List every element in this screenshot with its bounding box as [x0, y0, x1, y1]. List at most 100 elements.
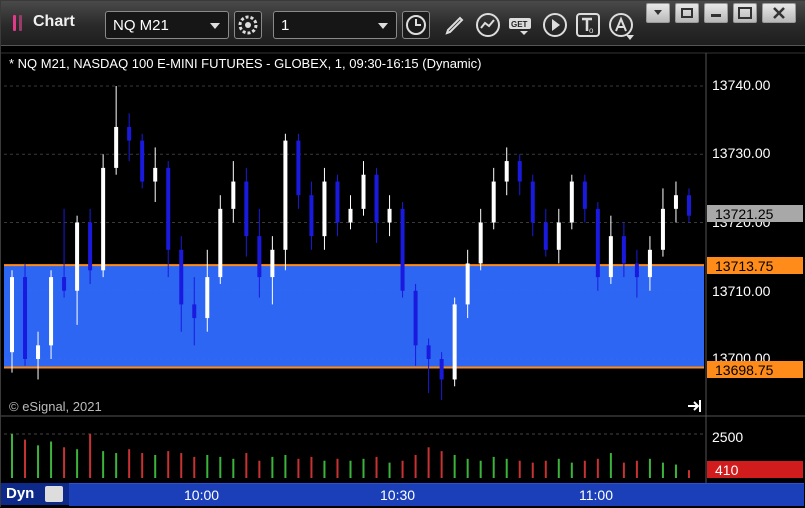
chevron-down-icon: [378, 23, 388, 29]
interval-value: 1: [281, 17, 290, 34]
time-axis-label: 11:00: [579, 487, 613, 503]
candle-body: [608, 236, 613, 278]
scroll-to-end-icon[interactable]: [687, 398, 703, 419]
symbol-select[interactable]: NQ M21: [105, 11, 229, 39]
candle-body: [101, 167, 106, 271]
candle-body: [374, 174, 379, 223]
text-tool-icon[interactable]: o: [574, 11, 602, 39]
candle-body: [413, 290, 418, 346]
chart-window: Chart NQ M21 1 GET o * NQ M21, NASDAQ 10…: [0, 0, 805, 508]
candle-body: [348, 208, 353, 223]
candle-body: [49, 277, 54, 346]
candle-body: [361, 174, 366, 209]
get-icon[interactable]: GET: [507, 11, 535, 39]
candle-body: [114, 126, 119, 168]
chevron-down-icon: [210, 23, 220, 29]
volume-last-marker: 410: [707, 461, 803, 478]
candle-body: [166, 167, 171, 250]
zone-low-label: 13698.75: [715, 362, 774, 378]
price-axis-label: 13740.00: [712, 77, 771, 93]
candle-body: [517, 161, 522, 182]
last-price-marker: 13721.25: [707, 205, 803, 222]
candle-body: [192, 304, 197, 319]
candle-body: [426, 345, 431, 359]
candle-body: [660, 208, 665, 250]
candle-body: [543, 222, 548, 250]
zone-low-marker: 13698.75: [707, 361, 803, 378]
candle-body: [153, 167, 158, 182]
lock-icon[interactable]: [45, 486, 63, 502]
window-grip-icon[interactable]: [13, 15, 16, 31]
candle-body: [452, 304, 457, 380]
price-axis-label: 13710.00: [712, 283, 771, 299]
candle-body: [23, 277, 28, 359]
candle-body: [179, 249, 184, 305]
dynamic-mode-bar[interactable]: Dyn: [1, 483, 69, 505]
candle-body: [478, 222, 483, 264]
time-axis[interactable]: 10:00 10:30 11:00: [69, 483, 804, 506]
candle-body: [556, 222, 561, 250]
candle-body: [673, 195, 678, 209]
candle-body: [10, 277, 14, 353]
candle-body: [491, 181, 496, 223]
dynamic-mode-label: Dyn: [6, 485, 35, 502]
candle-body: [218, 208, 223, 278]
candle-body: [400, 208, 405, 291]
candle-body: [244, 181, 249, 237]
candle-body: [140, 140, 145, 182]
candle-body: [595, 208, 600, 278]
clock-icon[interactable]: [402, 11, 430, 39]
maximize-button[interactable]: [733, 3, 757, 23]
candle-body: [283, 140, 288, 250]
candle-body: [270, 249, 275, 278]
time-axis-label: 10:00: [184, 487, 220, 503]
candle-body: [231, 181, 236, 209]
candle-body: [387, 208, 392, 223]
candle-body: [257, 236, 262, 278]
price-zone[interactable]: [4, 265, 704, 368]
candle-body: [335, 181, 340, 223]
symbol-value: NQ M21: [113, 17, 169, 34]
settings-gear-icon[interactable]: [234, 11, 262, 39]
candle-body: [439, 359, 444, 380]
candle-body: [621, 236, 626, 264]
svg-text:o: o: [589, 26, 594, 35]
interval-select[interactable]: 1: [273, 11, 397, 39]
candle-body: [686, 195, 691, 216]
candle-body: [75, 222, 80, 291]
candle-body: [88, 222, 93, 271]
pencil-icon[interactable]: [441, 11, 469, 39]
copyright-text: © eSignal, 2021: [9, 399, 102, 414]
volume-axis-label: 2500: [712, 429, 744, 445]
toolbar: Chart NQ M21 1 GET o: [1, 1, 805, 46]
candle-body: [62, 277, 67, 291]
chart-header: * NQ M21, NASDAQ 100 E-MINI FUTURES - GL…: [9, 56, 482, 71]
candle-body: [465, 263, 470, 305]
candle-body: [582, 181, 587, 209]
zone-high-label: 13713.75: [715, 258, 774, 274]
minimize-button[interactable]: [704, 3, 728, 23]
candle-body: [205, 277, 210, 319]
candle-body: [296, 140, 301, 196]
volume-last-label: 410: [715, 462, 739, 478]
play-icon[interactable]: [541, 11, 569, 39]
chart-area[interactable]: * NQ M21, NASDAQ 100 E-MINI FUTURES - GL…: [1, 46, 805, 508]
study-icon[interactable]: [474, 11, 502, 39]
detach-button[interactable]: [675, 3, 699, 23]
candle-body: [504, 161, 509, 182]
price-axis-label: 13730.00: [712, 145, 771, 161]
window-menu-button[interactable]: [646, 3, 670, 23]
candle-body: [36, 345, 41, 359]
close-button[interactable]: [762, 3, 796, 23]
candle-body: [569, 181, 574, 223]
last-price-label: 13721.25: [715, 206, 774, 222]
time-axis-label: 10:30: [380, 487, 416, 503]
chevron-down-icon[interactable]: [626, 35, 634, 40]
window-grip-icon: [19, 15, 22, 31]
candle-body: [530, 181, 535, 223]
candle-body: [309, 195, 314, 237]
zone-high-marker: 13713.75: [707, 257, 803, 274]
candle-body: [322, 181, 327, 237]
candle-body: [647, 249, 652, 278]
price-chart[interactable]: [1, 46, 805, 508]
